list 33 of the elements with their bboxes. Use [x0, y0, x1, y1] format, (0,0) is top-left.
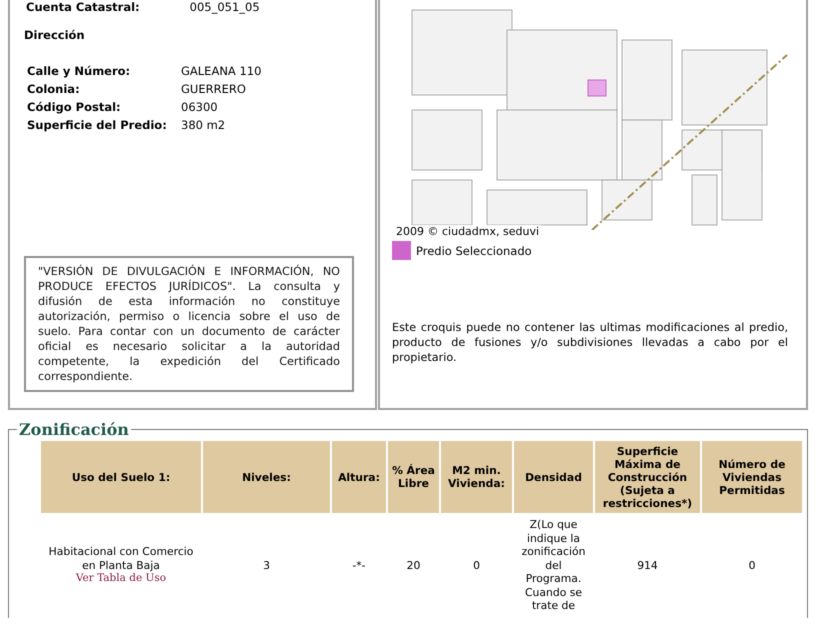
field-label: Código Postal:: [27, 100, 122, 114]
field-value: 380 m2: [181, 118, 226, 132]
table-cell: 0: [473, 558, 480, 572]
field-value: GUERRERO: [181, 82, 247, 96]
table-cell: 0: [748, 558, 756, 572]
field-label: Colonia:: [27, 82, 81, 96]
disclaimer-text: "VERSIÓN DE DIVULGACIÓN E INFORMACIÓN, NO PRODUCE EFECTOS JURÍDICOS". La consulta y difusión de esta información no constituye autorización, permiso o licencia sobre el uso de suelo. Para contar con un documento de carácter oficial es necesario solicitar a la autoridad competente, la expedición del Certificado correspondiente.: [24, 256, 354, 392]
field-value: 005_051_05: [190, 0, 260, 14]
column-header: M2 min. Vivienda:: [441, 441, 512, 513]
section-title: Zonificación: [18, 420, 130, 439]
field-value: 06300: [181, 100, 219, 114]
field-label: Calle y Número:: [27, 64, 132, 78]
map-credit: 2009 © ciudadmx, seduvi: [394, 225, 542, 238]
table-link[interactable]: Ver Tabla de Uso: [43, 572, 199, 586]
table-cell: -*-: [352, 558, 366, 572]
table-cell: 3: [263, 558, 270, 572]
column-header: Superficie Máxima de Construcción (Sujeta a restricciones*): [595, 441, 700, 513]
table-cell: 20: [406, 558, 420, 572]
table-cell: Habitacional con Comercio en Planta Baja: [48, 545, 194, 572]
column-header: Altura:: [332, 441, 386, 513]
column-header: Número de Viviendas Permitidas: [702, 441, 802, 513]
column-header: Densidad: [514, 441, 593, 513]
column-header: Niveles:: [203, 441, 330, 513]
column-header: % Área Libre: [388, 441, 439, 513]
table-cell: 914: [637, 558, 658, 572]
field-label: Superficie del Predio:: [27, 118, 168, 132]
legend-label: Predio Seleccionado: [416, 244, 532, 258]
map-note: Este croquis puede no contener las ultimas modificaciones al predio, producto de fusiones y/o subdivisiones llevadas a cabo por el propietario.: [392, 320, 788, 365]
table-cell: Z(Lo que indique la zonificación del Programa. Cuando se trate de: [522, 518, 586, 612]
column-header: Uso del Suelo 1:: [41, 441, 201, 513]
section-title: Dirección: [24, 28, 86, 42]
field-value: GALEANA 110: [181, 64, 262, 78]
field-label: Cuenta Catastral:: [26, 0, 140, 14]
